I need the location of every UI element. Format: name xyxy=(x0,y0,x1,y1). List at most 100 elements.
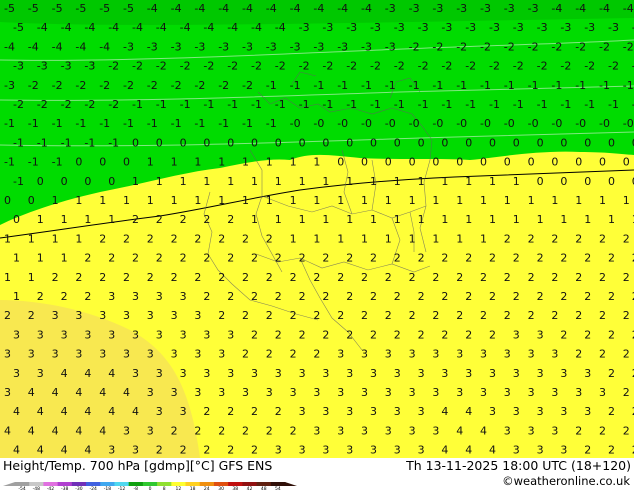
temp-label: -4 xyxy=(52,40,63,53)
temp-label: 3 xyxy=(132,444,139,457)
temp-label: -2 xyxy=(418,60,429,73)
temp-label: 2 xyxy=(623,232,630,245)
temp-label: 2 xyxy=(203,444,210,457)
temp-label: 2 xyxy=(61,290,68,303)
temp-label: 2 xyxy=(465,290,472,303)
temp-label: 2 xyxy=(361,309,368,322)
temp-label: 0 xyxy=(99,156,106,169)
temp-label: 3 xyxy=(290,386,297,399)
temp-label: 3 xyxy=(551,424,558,437)
temp-label: 4 xyxy=(75,386,82,399)
temp-label: 3 xyxy=(299,405,306,418)
temp-label: 0 xyxy=(480,156,487,169)
temp-label: -2 xyxy=(99,79,110,92)
temp-label: -0 xyxy=(385,117,396,130)
temp-label: 0 xyxy=(418,136,425,149)
temp-label: 3 xyxy=(275,367,282,380)
temp-label: 4 xyxy=(480,424,487,437)
temp-label: 3 xyxy=(251,367,258,380)
temp-label: 2 xyxy=(551,271,558,284)
temp-label: -1 xyxy=(394,98,405,111)
temp-label: 3 xyxy=(203,367,210,380)
temp-label: -3 xyxy=(418,21,429,34)
temp-label: -5 xyxy=(52,2,63,15)
temp-label: -4 xyxy=(313,2,324,15)
temp-label: 0 xyxy=(13,213,20,226)
temp-label: 2 xyxy=(608,290,615,303)
temp-label: 1 xyxy=(13,252,20,265)
temp-label: 3 xyxy=(52,348,59,361)
temp-label: -3 xyxy=(394,21,405,34)
temp-label: 2 xyxy=(346,252,353,265)
temp-label: 2 xyxy=(385,271,392,284)
temp-label: 1 xyxy=(290,194,297,207)
temp-label: 3 xyxy=(322,405,329,418)
temp-label: 3 xyxy=(37,367,44,380)
temp-label: 1 xyxy=(313,156,320,169)
temp-label: 4 xyxy=(37,405,44,418)
temp-label: 3 xyxy=(370,444,377,457)
temp-label: 1 xyxy=(537,213,544,226)
temp-label: -3 xyxy=(513,21,524,34)
temp-label: 0 xyxy=(61,175,68,188)
temp-label: 1 xyxy=(489,175,496,188)
temp-label: -3 xyxy=(4,79,15,92)
temp-label: -2 xyxy=(465,60,476,73)
temp-label: 3 xyxy=(385,424,392,437)
temp-label: -3 xyxy=(242,40,253,53)
temp-label: 1 xyxy=(75,232,82,245)
temp-label: -3 xyxy=(537,21,548,34)
temp-label: -1 xyxy=(28,117,39,130)
colorbar-swatch xyxy=(114,482,130,486)
temp-label: -1 xyxy=(313,79,324,92)
temp-label: 1 xyxy=(99,194,106,207)
temp-label: -5 xyxy=(75,2,86,15)
temp-label: 3 xyxy=(432,424,439,437)
temp-label: 2 xyxy=(180,444,187,457)
temp-label: 3 xyxy=(171,386,178,399)
temp-label: -4 xyxy=(132,21,143,34)
temp-label: 3 xyxy=(528,386,535,399)
credit-link[interactable]: ©weatheronline.co.uk xyxy=(502,474,630,488)
temp-label: 1 xyxy=(156,175,163,188)
temp-label: -4 xyxy=(575,2,586,15)
temp-label: -1 xyxy=(489,98,500,111)
temp-label: 0 xyxy=(337,156,344,169)
temp-label: 0 xyxy=(227,136,234,149)
temp-label: 3 xyxy=(132,328,139,341)
temp-label: -0 xyxy=(313,117,324,130)
temp-label: 3 xyxy=(456,386,463,399)
colorbar-right-arrow xyxy=(285,482,297,486)
temp-label: 2 xyxy=(513,252,520,265)
weather-map[interactable]: -5 -5 -5 -5 -5 -5 -4 -4 -4 -4 -4 -4 -4 -4 -4 -4 -3 -3 -3 -3… xyxy=(0,0,634,458)
temp-label: -1 xyxy=(203,98,214,111)
temp-label: -2 xyxy=(432,40,443,53)
temp-label: 2 xyxy=(623,348,630,361)
temp-label: 1 xyxy=(361,194,368,207)
temp-label: 2 xyxy=(37,290,44,303)
temp-label: 3 xyxy=(385,348,392,361)
temp-label: 1 xyxy=(171,156,178,169)
temp-label: 1 xyxy=(180,175,187,188)
temp-label: -3 xyxy=(313,40,324,53)
temp-label: 2 xyxy=(608,252,615,265)
temp-label: 1 xyxy=(465,175,472,188)
temp-label: 1 xyxy=(37,252,44,265)
colorbar-swatch xyxy=(185,482,201,486)
temp-label: 2 xyxy=(322,290,329,303)
temp-label: -0 xyxy=(575,117,586,130)
temp-label: -4 xyxy=(266,2,277,15)
temp-label: 2 xyxy=(290,309,297,322)
temp-label: -1 xyxy=(504,79,515,92)
temp-label: 1 xyxy=(299,213,306,226)
temp-label: -3 xyxy=(61,60,72,73)
temp-label: 0 xyxy=(537,175,544,188)
temp-label: 0 xyxy=(504,156,511,169)
colorbar-label: -8 xyxy=(134,486,139,490)
temp-label: 1 xyxy=(132,175,139,188)
temp-label: 4 xyxy=(441,405,448,418)
temp-label: 1 xyxy=(242,194,249,207)
temp-label: 1 xyxy=(623,194,630,207)
temp-label: -2 xyxy=(75,79,86,92)
temp-label: 2 xyxy=(584,252,591,265)
